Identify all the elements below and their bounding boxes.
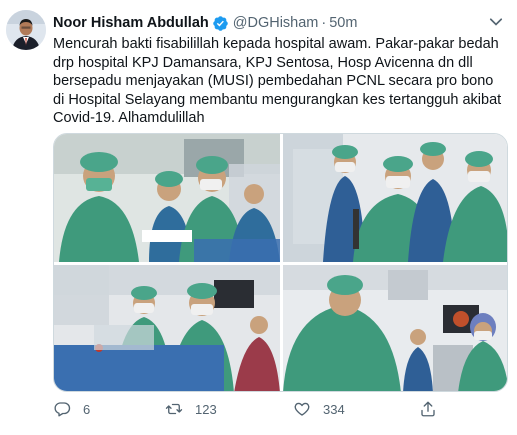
reply-button[interactable]: 6 [53, 400, 90, 418]
more-options-icon[interactable] [487, 14, 505, 32]
surgery-photo-2[interactable] [283, 134, 507, 262]
surgery-photo-3[interactable] [54, 265, 280, 391]
share-button[interactable] [419, 400, 437, 418]
author-name[interactable]: Noor Hisham Abdullah [53, 15, 209, 31]
verified-badge-icon [212, 15, 228, 31]
retweet-count: 123 [195, 401, 217, 417]
surgery-photo-4[interactable] [283, 265, 507, 391]
like-count: 334 [323, 401, 345, 417]
tweet-actions: 6 123 334 [53, 400, 493, 422]
reply-count: 6 [83, 401, 91, 417]
share-icon [421, 401, 435, 417]
author-handle[interactable]: @DGHisham [233, 15, 319, 31]
reply-icon [54, 402, 71, 417]
like-icon [294, 402, 310, 416]
timestamp[interactable]: 50m [329, 15, 357, 31]
retweet-button[interactable]: 123 [165, 400, 217, 418]
tweet[interactable]: Noor Hisham Abdullah @DGHisham · 50m Men… [0, 0, 517, 435]
retweet-icon [165, 403, 183, 415]
tweet-header: Noor Hisham Abdullah @DGHisham · 50m [53, 13, 507, 33]
surgery-photo-1[interactable] [54, 134, 280, 262]
media-grid[interactable] [53, 133, 508, 392]
like-button[interactable]: 334 [293, 400, 345, 418]
tweet-text: Mencurah bakti fisabilillah kepada hospi… [53, 36, 502, 126]
separator-dot: · [321, 15, 327, 31]
avatar[interactable] [6, 10, 46, 50]
